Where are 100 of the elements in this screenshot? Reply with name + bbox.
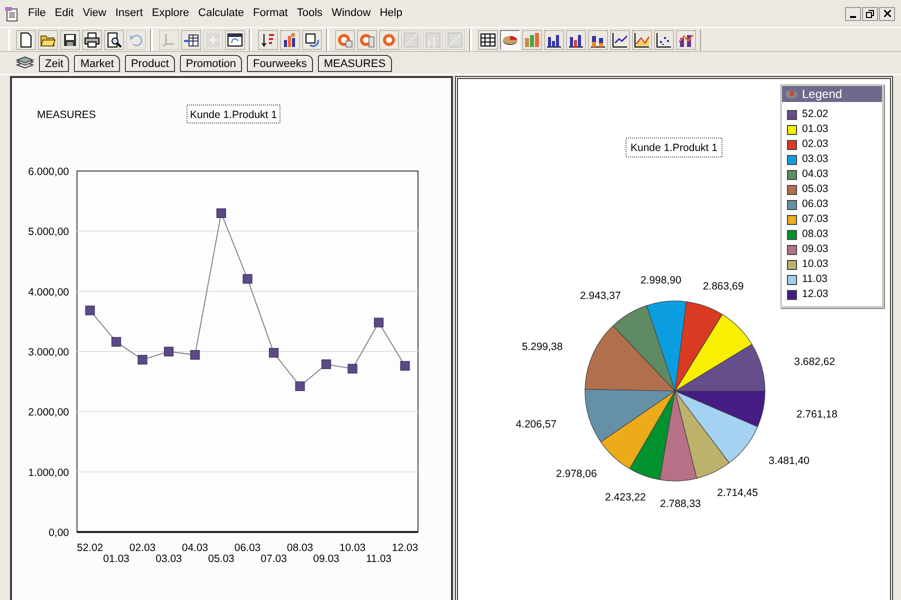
x-axis-label: 03.03 — [156, 553, 182, 565]
dimension-tab[interactable]: Promotion — [180, 54, 242, 72]
minimize-button[interactable] — [845, 6, 861, 20]
y-axis-label: 4.000,00 — [28, 286, 69, 298]
legend-label: 06.03 — [802, 199, 828, 210]
scatter-chart-button[interactable] — [654, 30, 674, 50]
chart-person-button[interactable] — [280, 30, 300, 50]
open-folder-button[interactable] — [38, 30, 58, 50]
data-point — [268, 348, 279, 358]
layers-icon[interactable] — [16, 56, 34, 70]
x-axis-label: 09.03 — [313, 553, 340, 565]
menu-item[interactable]: Insert — [111, 4, 147, 22]
chart-title: Kunde 1.Produkt 1 — [186, 104, 280, 124]
menu-item[interactable]: Help — [376, 4, 406, 22]
legend-label: 12.03 — [802, 289, 828, 300]
data-point — [138, 354, 148, 364]
table-arrow-button[interactable] — [181, 30, 201, 50]
table-arrow-icon — [183, 32, 199, 48]
value-label: 4.206,57 — [516, 418, 557, 430]
refresh-table-button[interactable] — [225, 30, 245, 50]
bar-chart-3d-icon — [524, 32, 540, 48]
menu-item[interactable]: View — [78, 4, 110, 22]
line-chart-button[interactable] — [610, 30, 630, 50]
x-axis-label: 52.02 — [76, 542, 104, 554]
x-axis-label: 06.03 — [234, 542, 261, 554]
value-label: 2.943,37 — [580, 290, 621, 302]
new-document-button[interactable] — [16, 30, 36, 50]
area-chart-icon — [634, 32, 650, 48]
data-point — [321, 359, 332, 370]
x-axis-label: 05.03 — [208, 553, 234, 565]
sort-button[interactable] — [258, 30, 278, 50]
legend-label: 11.03 — [802, 274, 828, 285]
print-icon — [84, 32, 100, 48]
data-point — [190, 350, 200, 360]
legend-label: 04.03 — [802, 169, 828, 180]
dimension-tab[interactable]: Market — [74, 54, 120, 72]
measure-label: MEASURES — [37, 109, 96, 121]
rotate-button[interactable] — [302, 30, 322, 50]
restore-icon — [866, 10, 874, 18]
table-button[interactable] — [478, 30, 498, 50]
dimension-tab[interactable]: MEASURES — [318, 54, 392, 72]
data-point — [400, 361, 410, 371]
new-document-icon — [18, 32, 34, 48]
value-label: 2.863,69 — [702, 280, 744, 292]
value-label: 2.978,06 — [556, 468, 597, 480]
menu-item[interactable]: Window — [328, 4, 375, 22]
legend-label: 03.03 — [802, 154, 828, 165]
data-point — [85, 306, 95, 316]
data-point — [111, 337, 122, 347]
menu-item[interactable]: Tools — [292, 4, 327, 22]
save-button[interactable] — [60, 30, 80, 50]
value-label: 2.998,90 — [640, 274, 682, 287]
legend-label: 52.02 — [802, 109, 828, 120]
value-label: 2.423,22 — [605, 491, 646, 504]
bar-chart-button[interactable] — [544, 30, 564, 50]
dimension-tab[interactable]: Product — [124, 54, 175, 72]
rotate-icon — [304, 32, 320, 48]
y-axis-label: 2.000,00 — [28, 406, 69, 419]
data-point — [348, 364, 358, 374]
x-axis-label: 04.03 — [182, 542, 208, 554]
close-button[interactable] — [879, 6, 895, 20]
data-point — [242, 274, 252, 284]
x-axis-label: 01.03 — [103, 553, 130, 565]
legend-label: 08.03 — [802, 229, 828, 240]
x-axis-label: 02.03 — [129, 542, 156, 554]
refresh-table-icon — [227, 32, 243, 48]
chart-title: Kunde 1.Produkt 1 — [626, 138, 722, 158]
dimension-tab[interactable]: Fourweeks — [247, 54, 313, 72]
app-icon[interactable] — [4, 6, 20, 22]
legend-icon — [785, 90, 798, 98]
legend-label: 01.03 — [802, 124, 828, 135]
menu-item[interactable]: Edit — [50, 4, 78, 22]
table-icon — [480, 32, 496, 48]
stacked-bar-button[interactable] — [588, 30, 608, 50]
minimize-icon — [850, 16, 856, 18]
menu-item[interactable]: Calculate — [194, 4, 248, 22]
value-label: 2.714,45 — [717, 487, 758, 500]
x-axis-label: 07.03 — [260, 553, 287, 565]
area-chart-button[interactable] — [632, 30, 652, 50]
y-axis-label: 6.000,00 — [28, 166, 69, 178]
restore-button[interactable] — [862, 6, 878, 20]
print-preview-button[interactable] — [104, 30, 124, 50]
save-icon — [62, 32, 78, 48]
data-point — [216, 208, 226, 218]
combo-chart-button[interactable] — [676, 30, 696, 50]
bar-chart-button[interactable] — [566, 30, 586, 50]
x-axis-label: 12.03 — [392, 542, 418, 554]
scatter-chart-icon — [656, 32, 672, 48]
line-chart-icon — [612, 32, 628, 48]
close-icon — [884, 10, 890, 17]
menu-item[interactable]: Explore — [148, 4, 194, 22]
menu-item[interactable]: File — [24, 4, 50, 22]
dimension-tab[interactable]: Zeit — [39, 54, 70, 72]
menu-item[interactable]: Format — [249, 4, 292, 22]
y-axis-label: 0,00 — [48, 527, 69, 539]
legend-label: 10.03 — [802, 259, 828, 270]
print-button[interactable] — [82, 30, 102, 50]
pie-chart-button[interactable] — [500, 30, 520, 50]
sort-icon — [260, 32, 276, 48]
value-label: 3.481,40 — [768, 455, 810, 468]
